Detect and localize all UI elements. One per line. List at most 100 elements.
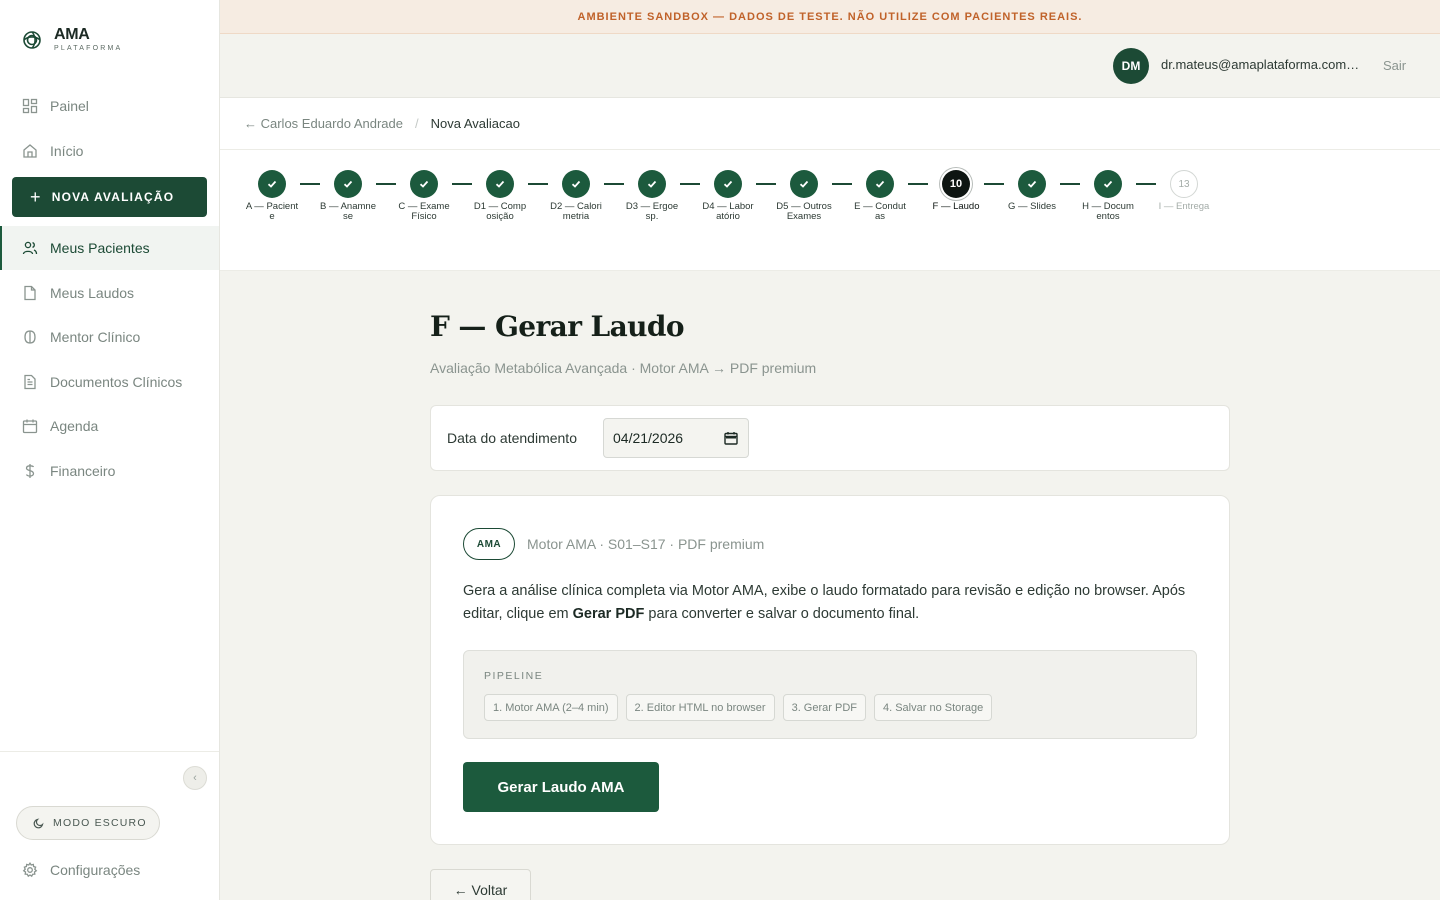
description-text: para converter e salvar o documento fina… [644, 606, 920, 622]
step-e-condutas[interactable]: E — Condutas [850, 170, 910, 222]
home-icon [22, 143, 38, 159]
breadcrumb-back-link[interactable]: ← Carlos Eduardo Andrade [244, 116, 403, 131]
step-label: F — Laudo [932, 201, 980, 212]
step-number: 13 [1170, 170, 1198, 198]
users-icon [22, 240, 38, 256]
check-icon [1094, 170, 1122, 198]
brand-logo[interactable]: AMA PLATAFORMA [22, 26, 122, 52]
sidebar-item-documentos-clinicos[interactable]: Documentos Clínicos [0, 360, 219, 404]
breadcrumb-separator: / [414, 116, 419, 131]
gear-icon [22, 862, 38, 878]
pipeline-box: PIPELINE 1. Motor AMA (2–4 min) 2. Edito… [463, 650, 1197, 739]
step-connector [1060, 183, 1080, 185]
sidebar-item-configuracoes[interactable]: Configurações [0, 848, 219, 892]
check-icon [410, 170, 438, 198]
sidebar-item-label: Início [50, 143, 84, 159]
sidebar-item-label: Meus Pacientes [50, 240, 150, 256]
calendar-icon [22, 418, 38, 434]
evaluation-stepper: A — Paciente B — Anamnese C — Exame Físi… [220, 150, 1440, 271]
sandbox-banner: AMBIENTE SANDBOX — DADOS DE TESTE. NÃO U… [220, 0, 1440, 34]
pipeline-step: 4. Salvar no Storage [873, 694, 993, 721]
sidebar-item-agenda[interactable]: Agenda [0, 404, 219, 448]
step-label: D3 — Ergoesp. [625, 201, 679, 222]
check-icon [638, 170, 666, 198]
engine-meta: Motor AMA · S01–S17 · PDF premium [527, 536, 765, 552]
date-label: Data do atendimento [447, 430, 577, 446]
sidebar-item-label: Agenda [50, 418, 99, 434]
step-connector [832, 183, 852, 185]
check-icon [258, 170, 286, 198]
dark-mode-toggle[interactable]: MODO ESCURO [16, 806, 160, 840]
step-connector [300, 183, 320, 185]
check-icon [714, 170, 742, 198]
step-connector [604, 183, 624, 185]
step-label: D1 — Composição [473, 201, 527, 222]
logout-link[interactable]: Sair [1383, 58, 1406, 73]
date-input[interactable]: 04/21/2026 [603, 418, 749, 458]
sidebar-item-financeiro[interactable]: Financeiro [0, 449, 219, 493]
sidebar-item-meus-pacientes[interactable]: Meus Pacientes [0, 226, 219, 270]
file-icon [22, 285, 38, 301]
sidebar-item-label: Mentor Clínico [50, 329, 141, 345]
sidebar-item-mentor-clinico[interactable]: Mentor Clínico [0, 315, 219, 359]
step-g-slides[interactable]: G — Slides [1002, 170, 1062, 212]
sidebar: AMA PLATAFORMA Painel Início + NOVA AVAL… [0, 0, 220, 900]
collapse-sidebar-button[interactable]: ‹ [183, 766, 207, 790]
new-evaluation-label: NOVA AVALIAÇÃO [51, 190, 175, 204]
sidebar-item-inicio[interactable]: Início [0, 129, 219, 173]
back-button[interactable]: ← Voltar [430, 869, 531, 900]
description-emphasis: Gerar PDF [572, 606, 645, 622]
step-b-anamnese[interactable]: B — Anamnese [318, 170, 378, 222]
grid-icon [22, 98, 38, 114]
step-label: G — Slides [1007, 201, 1057, 212]
report-card: AMA Motor AMA · S01–S17 · PDF premium Ge… [430, 495, 1230, 845]
step-connector [908, 183, 928, 185]
pipeline-step: 2. Editor HTML no browser [625, 694, 775, 721]
step-label: B — Anamnese [320, 201, 376, 222]
step-connector [528, 183, 548, 185]
new-evaluation-button[interactable]: + NOVA AVALIAÇÃO [12, 177, 207, 217]
sidebar-item-label: Financeiro [50, 463, 116, 479]
document-icon [22, 374, 38, 390]
avatar[interactable]: DM [1113, 48, 1149, 84]
breadcrumb-current: Nova Avaliacao [430, 116, 520, 131]
top-header: DM dr.mateus@amaplataforma.com.br Sair [220, 34, 1440, 98]
step-d4-laboratorio[interactable]: D4 — Laboratório [698, 170, 758, 222]
date-card: Data do atendimento 04/21/2026 [430, 405, 1230, 471]
step-connector [984, 183, 1004, 185]
sidebar-item-label: Painel [50, 98, 89, 114]
step-i-entrega[interactable]: 13 I — Entrega [1154, 170, 1214, 212]
generate-report-button[interactable]: Gerar Laudo AMA [463, 762, 659, 812]
sidebar-item-label: Documentos Clínicos [50, 374, 183, 390]
ama-logo-icon [23, 31, 41, 49]
ama-badge: AMA [463, 528, 515, 560]
sidebar-item-label: Configurações [50, 862, 141, 878]
calendar-picker-icon[interactable] [724, 431, 738, 448]
page-title: F — Gerar Laudo [430, 310, 685, 343]
step-f-laudo[interactable]: 10 F — Laudo [926, 170, 986, 212]
dark-mode-label: MODO ESCURO [53, 817, 147, 829]
step-connector [1136, 183, 1156, 185]
pipeline-step: 1. Motor AMA (2–4 min) [484, 694, 618, 721]
step-d2-calorimetria[interactable]: D2 — Calorimetria [546, 170, 606, 222]
step-a-paciente[interactable]: A — Paciente [242, 170, 302, 222]
step-d1-composicao[interactable]: D1 — Composição [470, 170, 530, 222]
step-c-exame-fisico[interactable]: C — Exame Físico [394, 170, 454, 222]
sidebar-item-painel[interactable]: Painel [0, 84, 219, 128]
report-description: Gera a análise clínica completa via Moto… [463, 580, 1203, 626]
check-icon [486, 170, 514, 198]
sidebar-item-meus-laudos[interactable]: Meus Laudos [0, 271, 219, 315]
step-h-documentos[interactable]: H — Documentos [1078, 170, 1138, 222]
step-d3-ergoesp[interactable]: D3 — Ergoesp. [622, 170, 682, 222]
check-icon [334, 170, 362, 198]
check-icon [1018, 170, 1046, 198]
step-label: D4 — Laboratório [702, 201, 754, 222]
user-email: dr.mateus@amaplataforma.com.br [1161, 57, 1361, 72]
step-d5-outros-exames[interactable]: D5 — Outros Exames [774, 170, 834, 222]
sidebar-divider [0, 751, 219, 752]
moon-icon [33, 817, 45, 829]
dollar-icon [22, 463, 38, 479]
pipeline-step: 3. Gerar PDF [782, 694, 866, 721]
step-label: E — Condutas [854, 201, 906, 222]
step-label: A — Paciente [245, 201, 299, 222]
